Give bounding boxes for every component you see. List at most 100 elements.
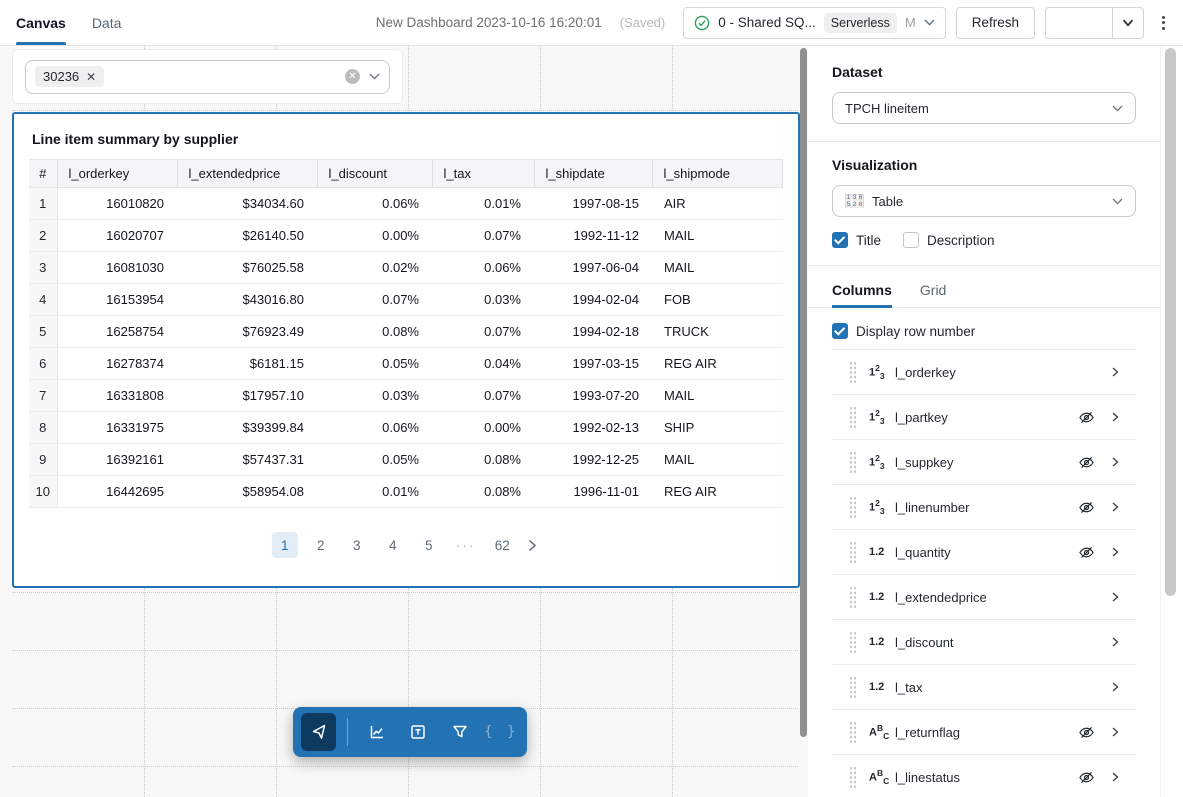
pagination-page[interactable]: 2	[308, 532, 334, 558]
filter-select[interactable]: 30236 ✕ ✕	[25, 60, 390, 94]
table-cell: REG AIR	[652, 348, 783, 380]
tab-columns[interactable]: Columns	[832, 282, 892, 307]
table-cell: 1994-02-18	[534, 316, 652, 348]
warehouse-selector[interactable]: 0 - Shared SQ... Serverless M	[683, 7, 945, 39]
pagination-next-icon[interactable]	[525, 539, 540, 552]
column-actions	[1078, 454, 1120, 471]
code-tool-icon[interactable]: { }	[484, 713, 519, 751]
pagination-page[interactable]: 1	[272, 532, 298, 558]
display-row-number-checkbox[interactable]: Display row number	[832, 323, 975, 339]
column-actions	[1078, 409, 1120, 426]
column-list-item[interactable]: 123l_suppkey	[832, 440, 1136, 485]
drag-handle-icon[interactable]	[849, 451, 856, 474]
pagination-page[interactable]: 62	[489, 532, 515, 558]
column-header: l_shipdate	[534, 160, 652, 188]
table-cell: MAIL	[652, 380, 783, 412]
table-cell: 0.05%	[317, 444, 432, 476]
column-list-item[interactable]: 123l_linenumber	[832, 485, 1136, 530]
table-row: 116010820$34034.600.06%0.01%1997-08-15AI…	[29, 188, 783, 220]
dashboard-title[interactable]: New Dashboard 2023-10-16 16:20:01	[376, 15, 602, 30]
warehouse-name: 0 - Shared SQ...	[718, 15, 816, 30]
eye-off-icon[interactable]	[1078, 409, 1095, 426]
column-name: l_orderkey	[895, 365, 956, 380]
add-filter-tool-icon[interactable]	[442, 713, 477, 751]
drag-handle-icon[interactable]	[849, 406, 856, 429]
checkbox-unchecked-icon[interactable]	[903, 232, 919, 248]
table-cell: $76923.49	[177, 316, 317, 348]
tab-data[interactable]: Data	[92, 0, 122, 45]
dataset-value: TPCH lineitem	[845, 101, 929, 116]
pagination: 12345···62	[29, 532, 783, 558]
refresh-button[interactable]: Refresh	[956, 7, 1035, 39]
drag-handle-icon[interactable]	[849, 676, 856, 699]
checkbox-checked-icon[interactable]	[832, 232, 848, 248]
column-header: l_tax	[432, 160, 534, 188]
eye-off-icon[interactable]	[1078, 724, 1095, 741]
table-cell: 0.02%	[317, 252, 432, 284]
drag-handle-icon[interactable]	[849, 766, 856, 789]
data-table: #l_orderkeyl_extendedpricel_discountl_ta…	[29, 159, 783, 508]
column-actions	[1078, 769, 1120, 786]
column-type-icon: 1.2	[869, 681, 893, 693]
table-cell: 1997-06-04	[534, 252, 652, 284]
drag-handle-icon[interactable]	[849, 361, 856, 384]
table-cell: 0.00%	[317, 220, 432, 252]
add-textbox-tool-icon[interactable]	[401, 713, 436, 751]
eye-off-icon[interactable]	[1078, 454, 1095, 471]
title-checkbox[interactable]: Title	[832, 232, 881, 248]
table-viz-icon: 136528	[845, 194, 864, 208]
description-checkbox[interactable]: Description	[903, 232, 995, 248]
filter-widget: 30236 ✕ ✕	[12, 49, 403, 104]
tab-grid[interactable]: Grid	[920, 282, 946, 307]
table-widget[interactable]: Line item summary by supplier #l_orderke…	[12, 112, 800, 588]
row-number-cell: 3	[29, 252, 57, 284]
share-dropdown-button[interactable]	[1112, 8, 1143, 38]
scrollbar-thumb[interactable]	[1165, 48, 1176, 596]
remove-tag-icon[interactable]: ✕	[86, 70, 96, 84]
drag-handle-icon[interactable]	[849, 541, 856, 564]
tab-canvas[interactable]: Canvas	[16, 0, 66, 45]
drag-handle-icon[interactable]	[849, 586, 856, 609]
table-cell: 0.03%	[432, 284, 534, 316]
pagination-page[interactable]: 4	[380, 532, 406, 558]
table-row: 1016442695$58954.080.01%0.08%1996-11-01R…	[29, 476, 783, 508]
checkbox-checked-icon[interactable]	[832, 323, 848, 339]
more-options-kebab-icon[interactable]	[1158, 12, 1169, 34]
drag-handle-icon[interactable]	[849, 631, 856, 654]
table-cell: 1996-11-01	[534, 476, 652, 508]
column-list-item[interactable]: 1.2l_extendedprice	[832, 575, 1136, 620]
description-checkbox-label: Description	[927, 233, 995, 248]
clear-filter-icon[interactable]: ✕	[345, 69, 360, 84]
eye-off-icon[interactable]	[1078, 499, 1095, 516]
add-chart-tool-icon[interactable]	[359, 713, 394, 751]
column-list-item[interactable]: 1.2l_tax	[832, 665, 1136, 710]
drag-handle-icon[interactable]	[849, 496, 856, 519]
eye-off-icon[interactable]	[1078, 544, 1095, 561]
table-cell: AIR	[652, 188, 783, 220]
select-cursor-tool-icon[interactable]	[301, 713, 336, 751]
column-type-icon: ABC	[869, 723, 893, 741]
table-cell: 1992-11-12	[534, 220, 652, 252]
column-list-item[interactable]: 123l_partkey	[832, 395, 1136, 440]
chevron-right-icon	[1110, 681, 1120, 693]
drag-handle-icon[interactable]	[849, 721, 856, 744]
table-cell: 16331975	[57, 412, 177, 444]
column-list-item[interactable]: ABCl_returnflag	[832, 710, 1136, 755]
table-cell: 0.08%	[317, 316, 432, 348]
page-scrollbar[interactable]	[1160, 46, 1183, 797]
column-list-item[interactable]: ABCl_linestatus	[832, 755, 1136, 797]
chevron-right-icon	[1110, 456, 1120, 468]
main-area: 30236 ✕ ✕ Line item summary by supplier …	[0, 46, 1183, 797]
dashboard-canvas[interactable]: 30236 ✕ ✕ Line item summary by supplier …	[0, 46, 808, 797]
canvas-scrollbar[interactable]	[800, 48, 807, 737]
pagination-page[interactable]: 3	[344, 532, 370, 558]
title-checkbox-label: Title	[856, 233, 881, 248]
top-bar: Canvas Data New Dashboard 2023-10-16 16:…	[0, 0, 1183, 46]
column-list-item[interactable]: 1.2l_discount	[832, 620, 1136, 665]
column-type-icon: ABC	[869, 768, 893, 786]
eye-off-icon[interactable]	[1078, 769, 1095, 786]
table-cell: 16331808	[57, 380, 177, 412]
pagination-page[interactable]: 5	[416, 532, 442, 558]
share-button[interactable]: Share	[1046, 0, 1112, 398]
column-list-item[interactable]: 1.2l_quantity	[832, 530, 1136, 575]
